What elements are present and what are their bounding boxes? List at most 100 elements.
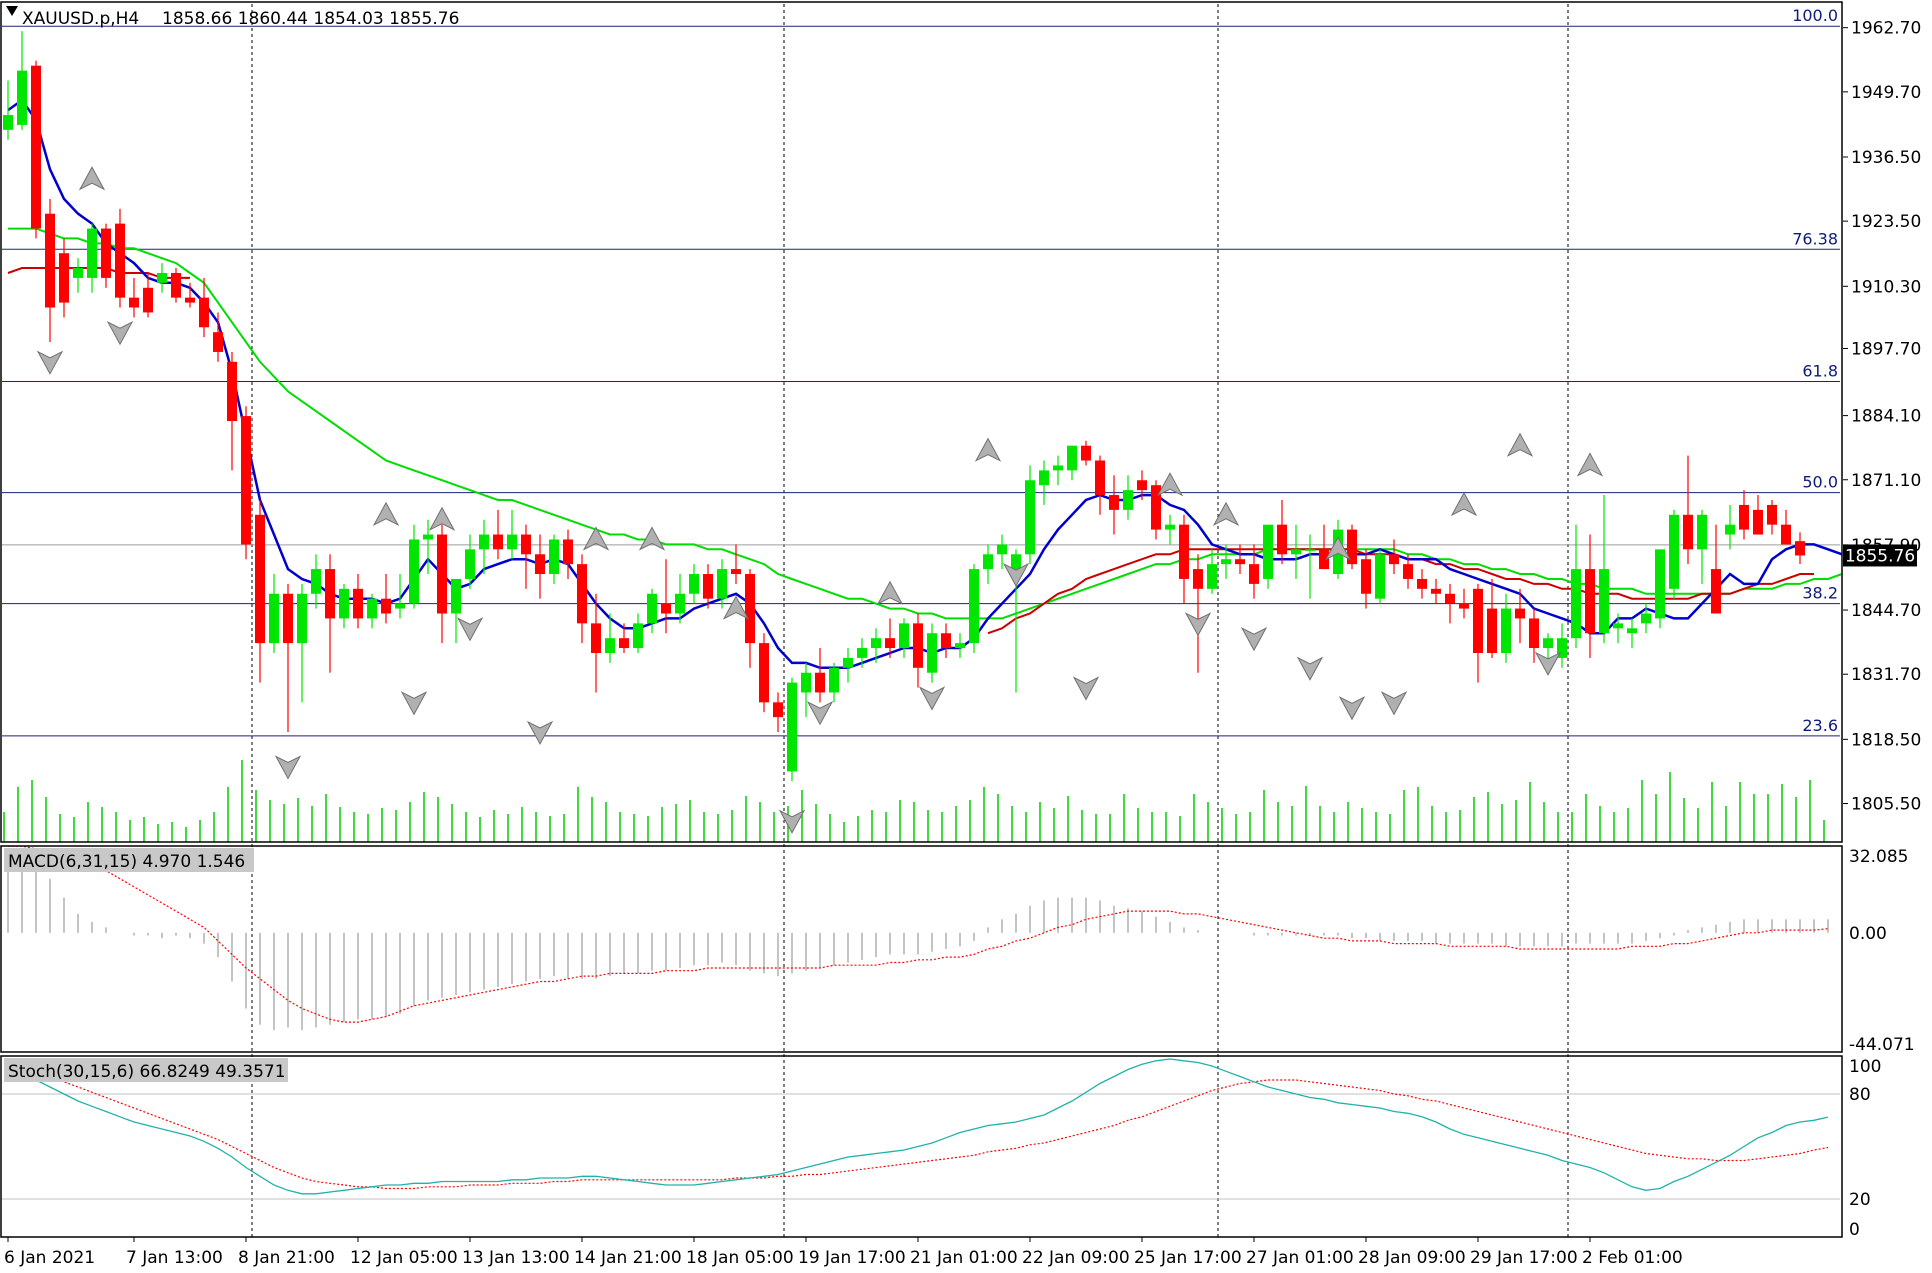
candle-body xyxy=(1599,569,1609,634)
fractal-down-arrow xyxy=(1072,676,1100,701)
ohlc-values: 1858.66 1860.44 1854.03 1855.76 xyxy=(162,9,459,29)
candle-body xyxy=(1109,495,1119,510)
candle-body xyxy=(689,574,699,594)
candle-body xyxy=(1515,608,1525,619)
candle-body xyxy=(297,593,307,644)
y-tick-label: 1805.50 xyxy=(1851,795,1921,815)
candle-body xyxy=(115,223,125,298)
candle-body xyxy=(143,287,153,313)
candle-body xyxy=(1193,569,1203,589)
macd-header: MACD(6,31,15) 4.970 1.546 xyxy=(4,848,254,872)
candle-body xyxy=(647,593,657,624)
candle-body xyxy=(1529,618,1539,649)
y-tick-label: 1818.50 xyxy=(1851,730,1921,750)
candle-body xyxy=(521,534,531,555)
candle-body xyxy=(1053,465,1063,471)
candle-body xyxy=(423,534,433,540)
candle-body xyxy=(199,297,209,328)
candle-body xyxy=(1305,549,1315,551)
y-tick-label: 1897.70 xyxy=(1851,339,1921,359)
candle-body xyxy=(1627,628,1637,634)
candle-body xyxy=(493,534,503,550)
candle-body xyxy=(1431,588,1441,594)
fractal-down-arrow xyxy=(1338,696,1366,721)
x-tick-label: 29 Jan 17:00 xyxy=(1470,1248,1578,1268)
candle-body xyxy=(101,228,111,278)
stoch-title: Stoch(30,15,6) 66.8249 49.3571 xyxy=(8,1062,286,1082)
candle-body xyxy=(661,603,671,614)
candle-body xyxy=(941,633,951,649)
fractal-up-arrow xyxy=(1576,452,1604,477)
candle-body xyxy=(1179,524,1189,579)
chart-menu-icon[interactable] xyxy=(6,6,18,16)
candle-body xyxy=(983,554,993,570)
candle-body xyxy=(465,549,475,579)
fractal-down-arrow xyxy=(918,686,946,711)
fractal-down-arrow xyxy=(274,755,302,780)
candle-body xyxy=(87,228,97,278)
candle-body xyxy=(479,534,489,550)
fib-label: 76.38 xyxy=(1792,229,1838,248)
candle-body xyxy=(801,672,811,693)
fractal-down-arrow xyxy=(1296,656,1324,681)
y-tick-label: 1844.70 xyxy=(1851,601,1921,621)
candle-body xyxy=(703,574,713,599)
candle-body xyxy=(675,593,685,614)
macd-y-label: 0.00 xyxy=(1849,924,1887,944)
candle-body xyxy=(997,544,1007,555)
volume-histogram xyxy=(3,760,1825,842)
candlesticks xyxy=(3,31,1805,782)
x-tick-label: 7 Jan 13:00 xyxy=(126,1248,223,1268)
candle-body xyxy=(255,514,265,644)
fractal-up-arrow xyxy=(974,437,1002,462)
y-tick-label: 1884.10 xyxy=(1851,407,1921,427)
candle-body xyxy=(1697,514,1707,550)
stoch-header: Stoch(30,15,6) 66.8249 49.3571 xyxy=(4,1058,288,1082)
candle-body xyxy=(437,534,447,614)
candle-body xyxy=(325,569,335,619)
candle-body xyxy=(1795,541,1805,556)
ma-mid-line xyxy=(7,267,1814,635)
candle-body xyxy=(1417,578,1427,589)
macd-y-label: -44.071 xyxy=(1849,1035,1915,1055)
candle-body xyxy=(1781,524,1791,545)
current-price-label: 1855.76 xyxy=(1845,546,1915,566)
candle-body xyxy=(1571,569,1581,639)
trading-chart[interactable]: 100.0 76.38 61.8 50.0 38.2 23.6 1962.70 1949.7… xyxy=(0,0,1932,1273)
ma-fast-line xyxy=(7,98,1843,670)
candle-body xyxy=(619,638,629,649)
candle-body xyxy=(885,638,895,649)
fractal-down-arrow xyxy=(400,691,428,716)
candle-body xyxy=(577,564,587,624)
y-tick-label: 1949.70 xyxy=(1851,83,1921,103)
candle-body xyxy=(283,593,293,644)
candle-body xyxy=(367,598,377,619)
candle-body xyxy=(913,623,923,668)
candle-body xyxy=(1655,549,1665,619)
y-tick-label: 1962.70 xyxy=(1851,19,1921,39)
stoch-y-label: 100 xyxy=(1849,1057,1881,1077)
x-tick-label: 14 Jan 21:00 xyxy=(574,1248,682,1268)
fractal-up-arrow xyxy=(1450,491,1478,517)
x-tick-label: 28 Jan 09:00 xyxy=(1358,1248,1466,1268)
candle-body xyxy=(171,272,181,298)
x-tick-label: 2 Feb 01:00 xyxy=(1582,1248,1683,1268)
stoch-y-label: 0 xyxy=(1849,1220,1860,1240)
fractal-down-arrow xyxy=(1380,691,1408,716)
candle-body xyxy=(1473,588,1483,653)
symbol-header: XAUUSD.p,H4 1858.66 1860.44 1854.03 1855… xyxy=(6,6,459,29)
candle-body xyxy=(899,623,909,649)
candle-body xyxy=(591,623,601,653)
candle-body xyxy=(73,268,83,278)
x-tick-label: 6 Jan 2021 xyxy=(4,1248,95,1268)
x-tick-label: 25 Jan 17:00 xyxy=(1134,1248,1242,1268)
candle-body xyxy=(1389,554,1399,565)
candle-body xyxy=(353,588,363,619)
fractal-up-arrow xyxy=(638,526,666,551)
candle-body xyxy=(213,332,223,352)
fractal-down-arrow xyxy=(526,720,554,745)
fib-label: 23.6 xyxy=(1802,716,1838,735)
candle-body xyxy=(829,667,839,693)
candle-body xyxy=(1403,564,1413,579)
candle-body xyxy=(1375,554,1385,599)
